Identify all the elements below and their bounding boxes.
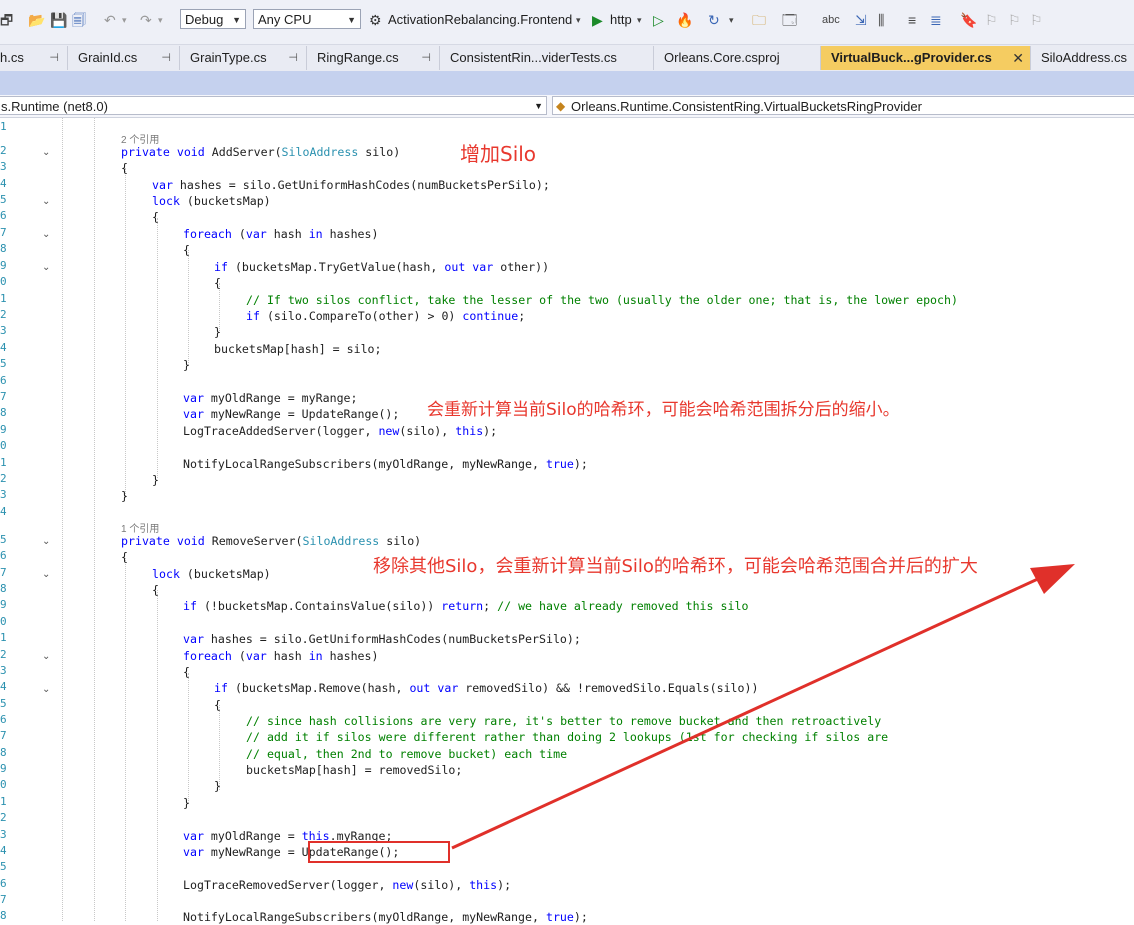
tab-virtualbuckets-active[interactable]: VirtualBuck...gProvider.cs ✕ [821,46,1031,70]
clear-bookmarks-icon[interactable]: ⚐ [1030,11,1043,29]
undo-dropdown-icon[interactable]: ▾ [122,11,127,29]
tab-siloaddress[interactable]: SiloAddress.cs [1031,46,1134,70]
tab-graintype[interactable]: GrainType.cs ⊣ [180,46,307,70]
configuration-select[interactable]: Debug ▼ [180,9,246,29]
chevron-down-icon[interactable]: ▾ [576,11,581,29]
bookmark-step-icon[interactable]: ⇲ [855,11,867,29]
class-icon: ◆ [556,99,566,113]
open-folder-icon[interactable]: 📂 [28,11,45,29]
bookmark-icon[interactable]: 🔖 [960,11,977,29]
tab-label: GrainId.cs [78,50,138,65]
chevron-down-icon: ▼ [534,101,543,111]
arrow-line [451,576,1041,850]
tab-ringrange[interactable]: RingRange.cs ⊣ [307,46,440,70]
arrow-head [1030,564,1075,594]
project-name: s.Runtime (net8.0) [1,99,108,114]
tab-label: GrainType.cs [190,50,267,65]
tab-label: SiloAddress.cs [1041,50,1127,65]
redo-dropdown-icon[interactable]: ▾ [158,11,163,29]
main-toolbar: 🗗 📂 💾 🗐 ↶ ▾ ↷ ▾ Debug ▼ Any CPU ▼ ⚙ Acti… [0,0,1134,45]
chevron-down-icon: ▼ [232,15,241,25]
chevron-down-icon[interactable]: ▾ [637,11,642,29]
window-layout-icon[interactable]: 🗔 [782,11,797,29]
redo-icon[interactable]: ↷ [140,11,152,29]
find-in-files-icon[interactable]: 🗀 [752,11,766,29]
tab-orleans-core-csproj[interactable]: Orleans.Core.csproj [654,46,821,70]
type-dropdown[interactable]: ◆ Orleans.Runtime.ConsistentRing.Virtual… [552,96,1134,115]
columns-icon[interactable]: ⫼ [878,11,884,29]
configuration-value: Debug [185,12,224,27]
startup-project-select[interactable]: ActivationRebalancing.Frontend [388,9,572,31]
tab-h-cs[interactable]: h.cs ⊣ [0,46,68,70]
spell-check-icon[interactable]: abc [822,11,840,29]
code-editor[interactable]: 1234567890123456789012345678901234567890… [0,118,1134,924]
tab-label: RingRange.cs [317,50,399,65]
chevron-down-icon[interactable]: ▾ [729,11,734,29]
document-tabs: h.cs ⊣ GrainId.cs ⊣ GrainType.cs ⊣ RingRang… [0,45,1134,71]
tab-label: VirtualBuck...gProvider.cs [831,50,992,65]
hot-reload-icon[interactable]: 🔥 [676,11,693,29]
run-icon[interactable]: ▶ [592,11,603,29]
tab-label: h.cs [0,50,24,65]
prev-bookmark-icon[interactable]: ⚐ [985,11,998,29]
run-without-debug-icon[interactable]: ▷ [653,11,664,29]
navigation-bar: s.Runtime (net8.0) ▼ ◆ Orleans.Runtime.C… [0,95,1134,118]
tab-consistentring-tests[interactable]: ConsistentRin...viderTests.cs [440,46,654,70]
pin-icon[interactable]: ⊣ [288,46,298,70]
tab-label: ConsistentRin...viderTests.cs [450,50,617,65]
pin-icon[interactable]: ⊣ [49,46,59,70]
pin-icon[interactable]: ⊣ [161,46,171,70]
platform-select[interactable]: Any CPU ▼ [253,9,361,29]
chevron-down-icon: ▼ [347,15,356,25]
comment-icon[interactable]: ≡ [908,11,916,29]
uncomment-icon[interactable]: ≣ [930,11,942,29]
solution-icon[interactable]: 🗗 [0,11,13,29]
platform-value: Any CPU [258,12,312,27]
save-icon[interactable]: 💾 [50,11,67,29]
tab-label: Orleans.Core.csproj [664,50,780,65]
undo-icon[interactable]: ↶ [104,11,116,29]
next-bookmark-icon[interactable]: ⚐ [1008,11,1021,29]
save-all-icon[interactable]: 🗐 [72,11,86,29]
tab-grainid[interactable]: GrainId.cs ⊣ [68,46,180,70]
tab-underline-band [0,71,1134,95]
close-icon[interactable]: ✕ [1012,46,1024,70]
type-name: Orleans.Runtime.ConsistentRing.VirtualBu… [571,99,922,114]
run-profile-button[interactable]: http [610,9,632,31]
refresh-icon[interactable]: ↻ [708,11,720,29]
project-dropdown[interactable]: s.Runtime (net8.0) ▼ [0,96,547,115]
pin-icon[interactable]: ⊣ [421,46,431,70]
gear-icon: ⚙ [369,12,382,28]
annotation-arrow [451,564,1075,850]
